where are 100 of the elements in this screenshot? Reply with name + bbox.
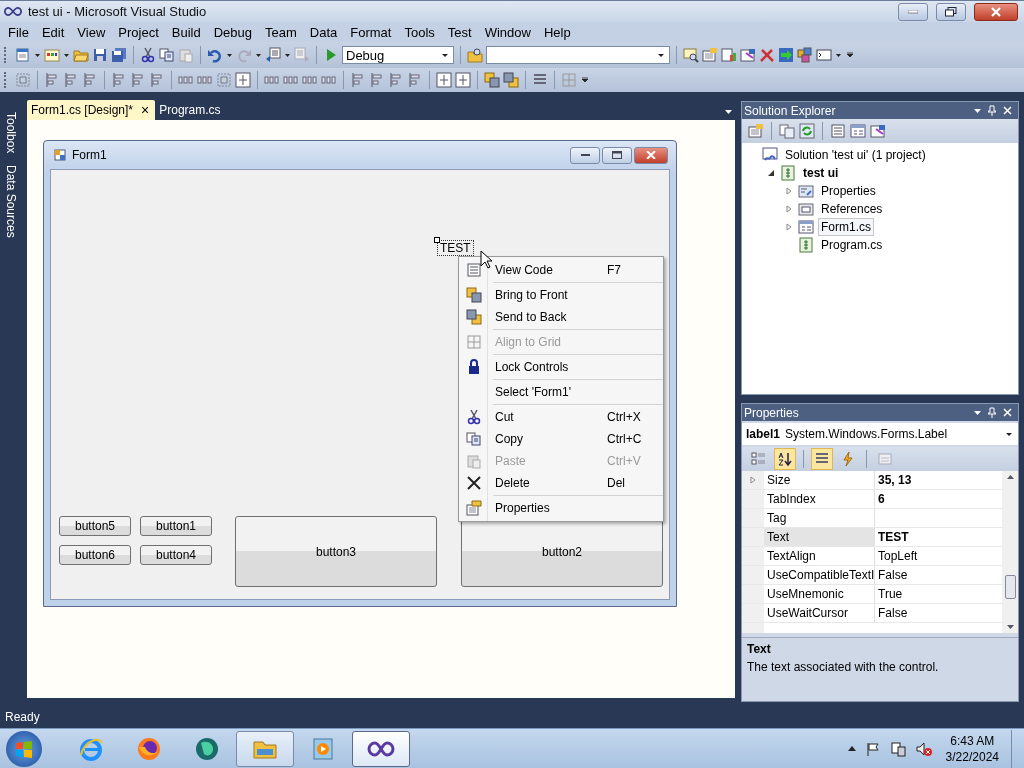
search-dropdown[interactable] <box>486 46 670 64</box>
property-value[interactable]: False <box>875 604 1002 622</box>
caret-icon[interactable] <box>227 53 232 57</box>
object-selector[interactable]: label1 System.Windows.Forms.Label <box>742 423 1018 445</box>
property-name[interactable]: Size <box>764 471 875 489</box>
scissors-icon[interactable] <box>140 47 156 63</box>
menu-item[interactable]: Send to Back <box>459 306 663 328</box>
close-tab-button[interactable]: × <box>141 102 150 118</box>
code-icon[interactable] <box>830 123 846 139</box>
copy-icon[interactable] <box>159 47 175 63</box>
dropdown-icon[interactable] <box>725 110 732 114</box>
property-value[interactable]: 35, 13 <box>875 471 1002 489</box>
menu-item[interactable]: Edit <box>35 24 72 40</box>
form-button[interactable]: button3 <box>235 516 437 587</box>
console-icon[interactable] <box>816 47 832 63</box>
property-name[interactable]: Tag <box>764 509 875 527</box>
show-hidden-icons-icon[interactable] <box>847 746 856 751</box>
menu-item[interactable]: Build <box>165 24 208 40</box>
align-icon[interactable] <box>111 72 127 88</box>
tree-item[interactable]: Program.cs <box>818 236 886 254</box>
form-button[interactable]: button1 <box>140 516 212 536</box>
properties-icon[interactable] <box>748 123 764 139</box>
menu-item[interactable]: Debug <box>207 24 259 40</box>
object-browser-icon[interactable] <box>740 47 756 63</box>
object-browser-icon[interactable] <box>870 123 886 139</box>
document-tab[interactable]: Program.cs <box>155 100 227 120</box>
menu-item[interactable]: Project <box>112 24 166 40</box>
infinity-app-icon[interactable] <box>352 730 410 767</box>
close-button[interactable] <box>974 2 1018 21</box>
align-icon[interactable] <box>350 72 366 88</box>
flag-icon[interactable] <box>865 741 880 756</box>
caret-icon[interactable] <box>836 53 841 57</box>
find-icon[interactable] <box>683 47 699 63</box>
dropdown-icon[interactable] <box>974 410 981 415</box>
menu-item[interactable]: Copy Ctrl+C <box>459 428 663 450</box>
tab-order-button[interactable] <box>811 448 833 470</box>
property-value[interactable]: TopLeft <box>875 547 1002 565</box>
menu-item[interactable]: Cut Ctrl+X <box>459 406 663 428</box>
collapsed-arrow-icon[interactable] <box>749 476 757 484</box>
floppy-stack-icon[interactable] <box>111 47 127 63</box>
menu-item[interactable]: Format <box>344 24 399 40</box>
add-item-icon[interactable] <box>44 47 60 63</box>
new-project-icon[interactable] <box>15 47 31 63</box>
center-icon[interactable] <box>455 72 471 88</box>
align-icon[interactable] <box>63 72 79 88</box>
tree-item[interactable]: Properties <box>818 182 879 200</box>
scroll-down-icon[interactable] <box>1006 625 1014 629</box>
property-value[interactable]: TEST <box>875 528 1002 546</box>
property-name[interactable]: UseMnemonic <box>764 585 875 603</box>
menu-item[interactable]: Window <box>478 24 538 40</box>
menu-item[interactable]: File <box>2 24 36 40</box>
navigate-icon[interactable] <box>265 47 281 63</box>
form-file-icon[interactable] <box>850 123 866 139</box>
folder-app-icon[interactable] <box>236 730 294 767</box>
overflow-icon[interactable] <box>582 77 588 83</box>
align-icon[interactable] <box>369 72 385 88</box>
center-icon[interactable] <box>235 72 251 88</box>
tree-item[interactable]: Solution 'test ui' (1 project) <box>782 146 929 164</box>
menu-item[interactable]: Tools <box>398 24 442 40</box>
side-tab[interactable]: Toolbox <box>4 112 18 154</box>
start-button[interactable] <box>6 730 42 767</box>
property-name[interactable]: Text <box>764 528 875 546</box>
collapsed-arrow-icon[interactable] <box>785 223 793 231</box>
close-icon[interactable] <box>1003 106 1012 115</box>
floppy-icon[interactable] <box>92 47 108 63</box>
menu-item[interactable]: Data <box>303 24 345 40</box>
close-icon[interactable] <box>1003 408 1012 417</box>
property-value[interactable]: 6 <box>875 490 1002 508</box>
align-icon[interactable] <box>82 72 98 88</box>
send-to-back-icon[interactable] <box>503 72 519 88</box>
menu-item[interactable]: Bring to Front <box>459 284 663 306</box>
dropdown-icon[interactable] <box>974 108 981 113</box>
menu-item[interactable]: Properties <box>459 497 663 519</box>
tree-item[interactable]: test ui <box>800 164 842 182</box>
menu-item[interactable]: Test <box>441 24 479 40</box>
toolbox-icon[interactable] <box>797 47 813 63</box>
menu-item[interactable]: View <box>71 24 113 40</box>
align-icon[interactable] <box>130 72 146 88</box>
property-name[interactable]: TextAlign <box>764 547 875 565</box>
tree-item[interactable]: Form1.cs <box>818 218 874 236</box>
collapsed-arrow-icon[interactable] <box>785 187 793 195</box>
center-icon[interactable] <box>436 72 452 88</box>
tree-item[interactable]: References <box>818 200 886 218</box>
class-view-icon[interactable] <box>721 47 737 63</box>
collapsed-arrow-icon[interactable] <box>785 205 793 213</box>
show-all-files-icon[interactable] <box>779 123 795 139</box>
align-icon[interactable] <box>388 72 404 88</box>
menu-item[interactable]: View Code F7 <box>459 259 663 281</box>
caret-icon[interactable] <box>64 53 69 57</box>
property-value[interactable]: False <box>875 566 1002 584</box>
refresh-icon[interactable] <box>799 123 815 139</box>
muted-speaker-icon[interactable] <box>915 740 932 757</box>
menu-item[interactable]: Select 'Form1' <box>459 381 663 403</box>
resize-handle[interactable] <box>434 237 440 243</box>
property-value[interactable]: True <box>875 585 1002 603</box>
scroll-up-icon[interactable] <box>1006 475 1014 479</box>
property-name[interactable]: UseWaitCursor <box>764 604 875 622</box>
menu-item[interactable]: Delete Del <box>459 472 663 494</box>
arrow-into-box-icon[interactable] <box>778 47 794 63</box>
sort-alpha-button[interactable] <box>774 448 796 470</box>
